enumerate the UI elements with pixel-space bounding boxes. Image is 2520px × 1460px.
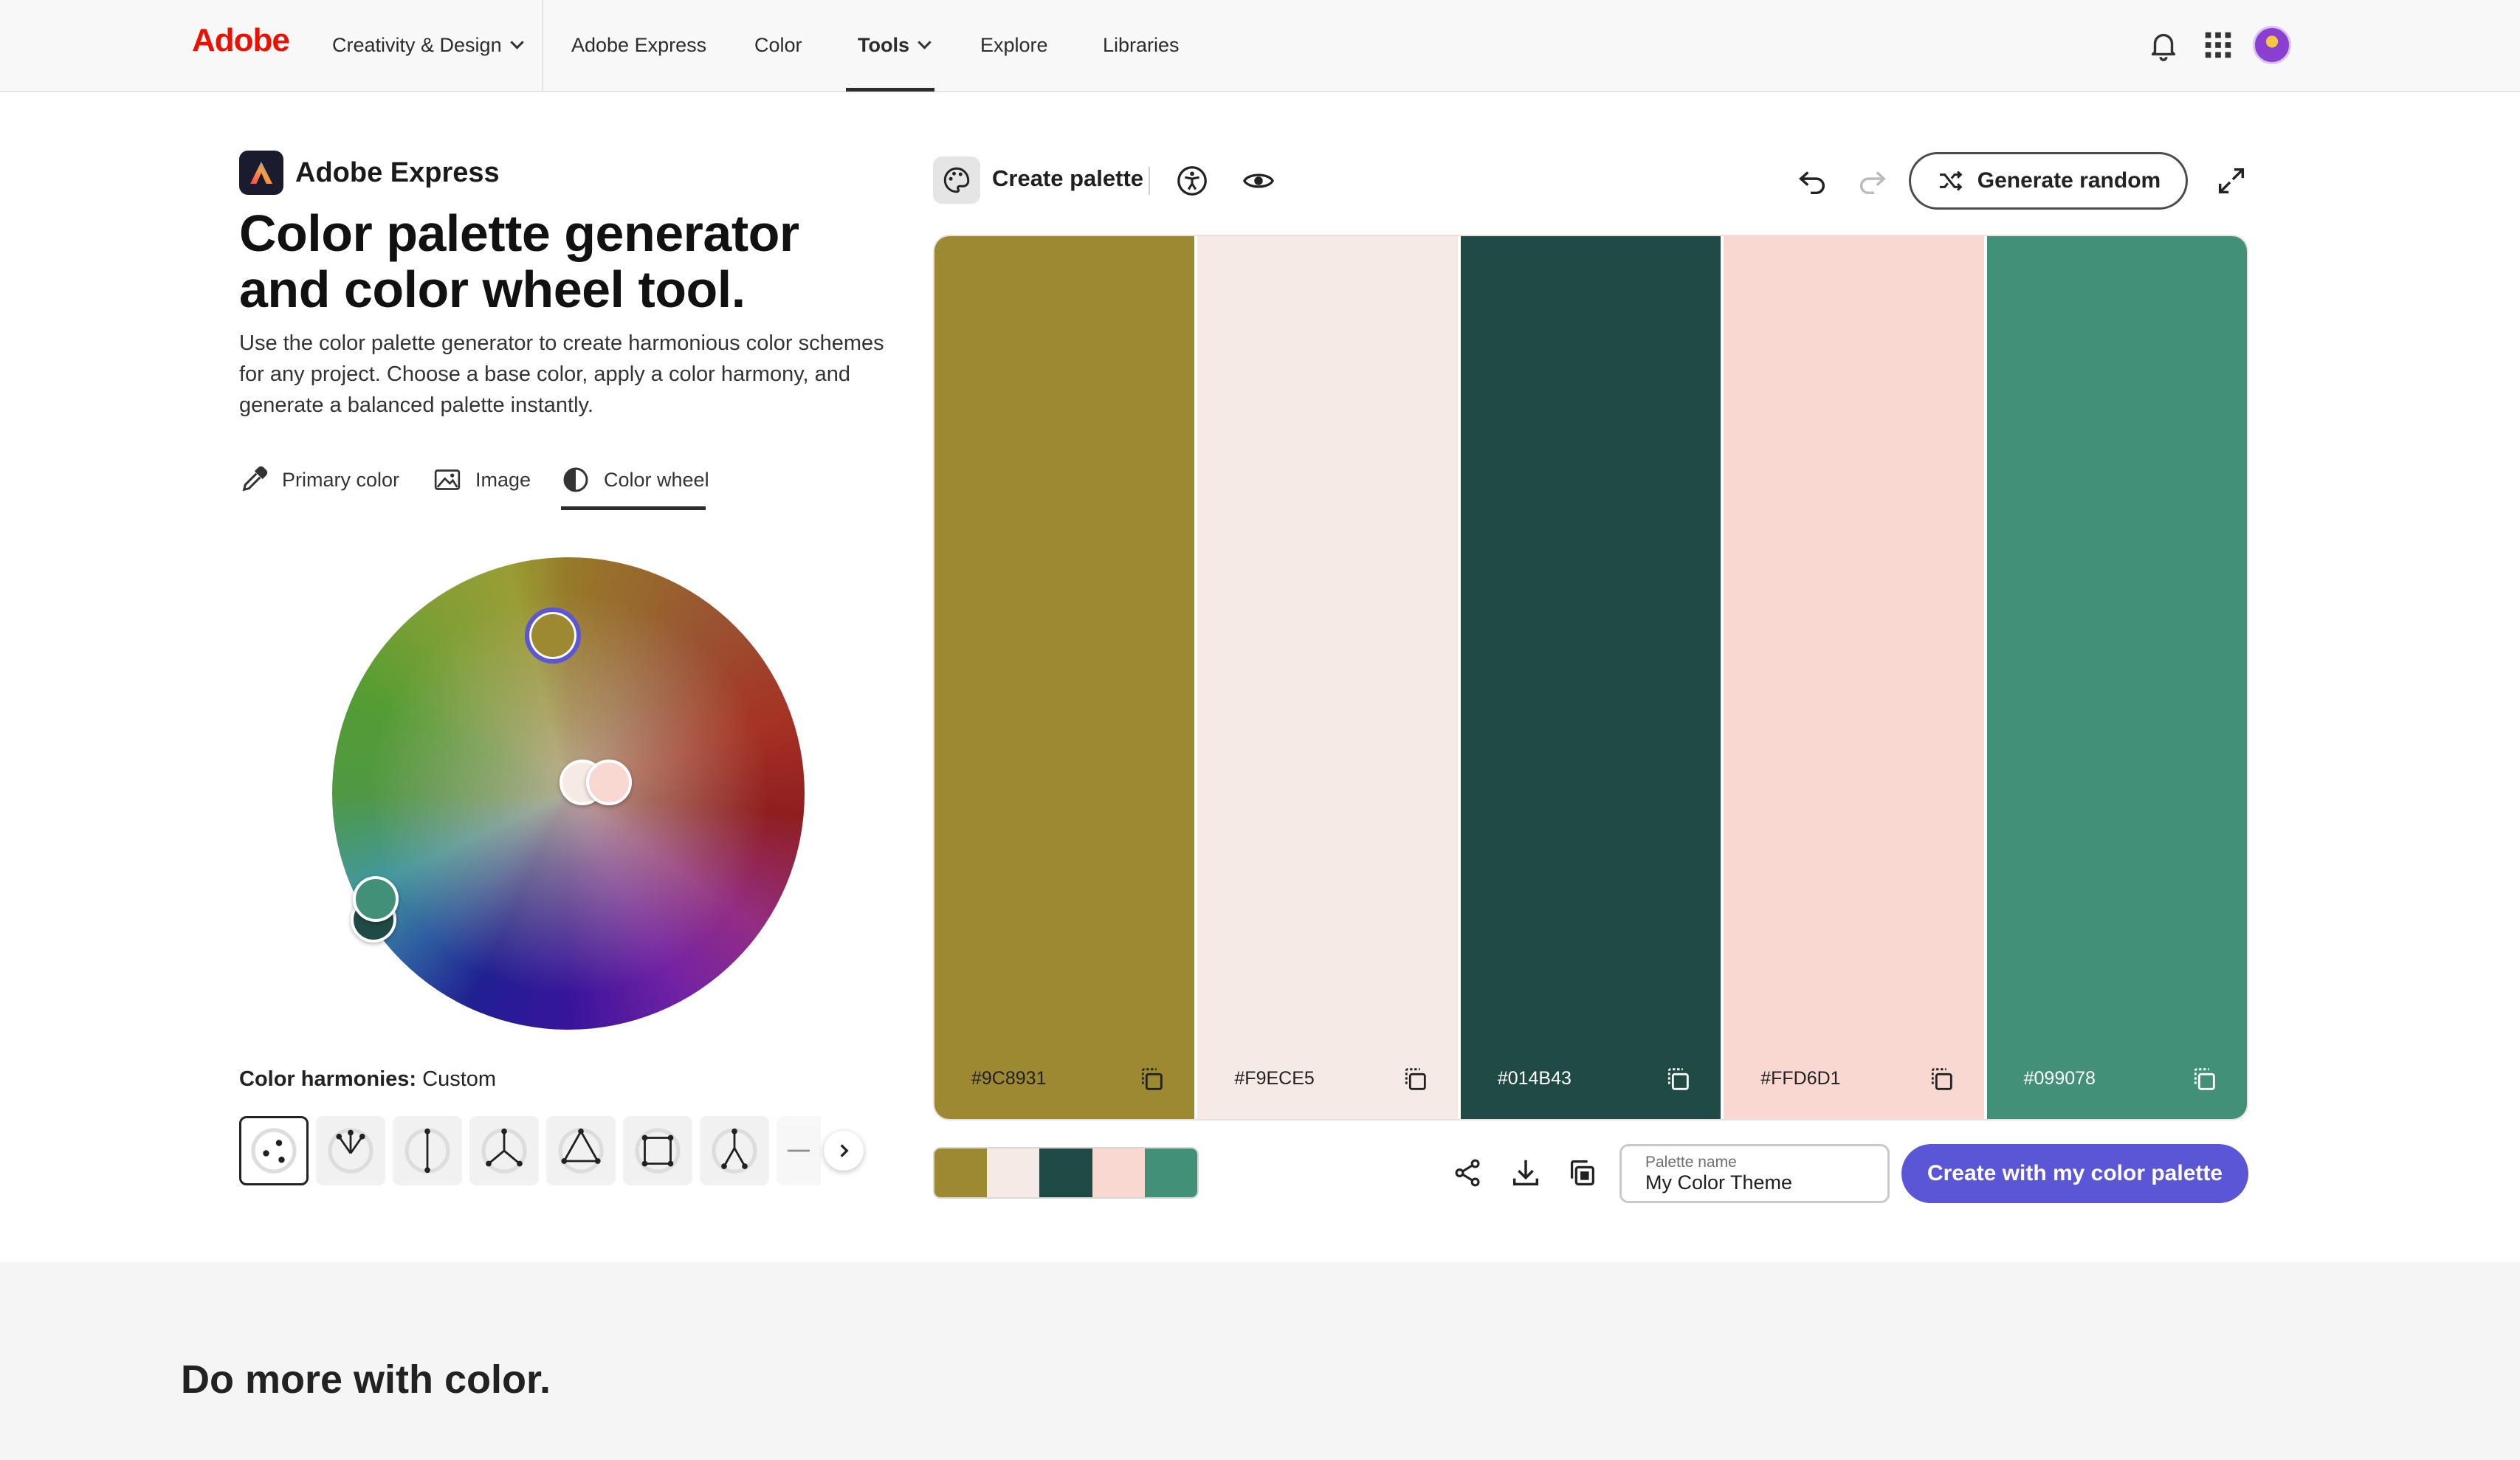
palette-preview-strip	[933, 1147, 1199, 1199]
color-palette: #9C8931 #F9ECE5 #014B43 #FFD6D1 #099078	[933, 235, 2248, 1120]
copy-icon[interactable]	[1137, 1064, 1166, 1094]
tab-image[interactable]: Image	[433, 458, 531, 502]
harmony-complementary-icon	[404, 1128, 450, 1174]
adobe-express-logo-icon	[239, 151, 283, 195]
chevron-right-icon	[840, 1144, 849, 1157]
palette-name-input[interactable]	[1645, 1171, 1867, 1194]
nav-color[interactable]: Color	[754, 0, 802, 92]
palette-actions: Palette name Create with my color palett…	[933, 1144, 2248, 1203]
page-title: Color palette generator and color wheel t…	[239, 204, 799, 318]
toolbar-divider	[1149, 167, 1150, 195]
swatch-hex-code: #FFD6D1	[1760, 1068, 1841, 1089]
color-harmonies-label: Color harmonies: Custom	[239, 1067, 497, 1091]
duplicate-icon[interactable]	[1565, 1156, 1599, 1190]
harmony-shades-button[interactable]	[777, 1116, 821, 1185]
nav-libraries[interactable]: Libraries	[1103, 0, 1180, 92]
chevron-down-icon	[918, 35, 932, 49]
top-nav: Adobe Creativity & Design Adobe Express …	[0, 0, 2520, 92]
nav-divider	[542, 0, 543, 92]
palette-toolbar: Create palette Generate random	[933, 152, 2248, 211]
intro-text: Use the color palette generator to creat…	[239, 331, 884, 417]
palette-name-label: Palette name	[1645, 1154, 1737, 1171]
copy-icon[interactable]	[1927, 1064, 1956, 1094]
copy-icon[interactable]	[2189, 1064, 2219, 1094]
palette-swatch[interactable]: #F9ECE5	[1197, 236, 1461, 1119]
copy-icon[interactable]	[1400, 1064, 1430, 1094]
copy-icon[interactable]	[1663, 1064, 1693, 1094]
share-icon[interactable]	[1451, 1156, 1485, 1190]
harmony-custom-button[interactable]	[239, 1116, 309, 1185]
bell-icon[interactable]	[2147, 28, 2180, 62]
palette-icon	[943, 167, 970, 193]
palette-preview-chip	[1144, 1149, 1197, 1197]
harmony-compound-icon	[712, 1128, 757, 1174]
swatch-hex-code: #014B43	[1497, 1068, 1571, 1089]
color-wheel[interactable]	[332, 557, 805, 1030]
harmony-triad-button[interactable]	[546, 1116, 616, 1185]
nav-adobe-express[interactable]: Adobe Express	[571, 0, 706, 92]
accessibility-icon[interactable]	[1175, 164, 1209, 198]
color-wheel-handle[interactable]	[586, 760, 632, 805]
swatch-hex-code: #099078	[2023, 1068, 2096, 1089]
adobe-logo[interactable]: Adobe	[192, 22, 290, 59]
palette-name-field[interactable]: Palette name	[1619, 1144, 1890, 1203]
lower-section: Do more with color.	[0, 1262, 2520, 1460]
create-palette-button[interactable]	[933, 156, 980, 204]
image-icon	[434, 469, 461, 490]
tab-primary-color[interactable]: Primary color	[239, 458, 399, 502]
palette-swatch[interactable]: #FFD6D1	[1724, 236, 1987, 1119]
harmony-compound-button[interactable]	[700, 1116, 769, 1185]
color-wheel-handle[interactable]	[353, 876, 399, 922]
harmony-next-button[interactable]	[824, 1131, 864, 1171]
undo-icon[interactable]	[1795, 164, 1829, 198]
apps-grid-icon[interactable]	[2201, 28, 2235, 62]
swatch-hex-code: #9C8931	[971, 1068, 1047, 1089]
section-title: Do more with color.	[181, 1357, 551, 1402]
expand-icon[interactable]	[2214, 164, 2248, 198]
generate-random-button[interactable]: Generate random	[1909, 152, 2188, 210]
eye-icon[interactable]	[1242, 164, 1276, 198]
shuffle-icon	[1939, 171, 1963, 191]
color-wheel-icon	[563, 467, 588, 492]
nav-creativity-design[interactable]: Creativity & Design	[332, 0, 524, 92]
create-palette-label[interactable]: Create palette	[992, 165, 1143, 192]
user-avatar[interactable]	[2253, 26, 2291, 64]
harmony-square-icon	[635, 1128, 681, 1174]
nav-active-indicator	[846, 88, 934, 92]
palette-preview-chip	[987, 1149, 1040, 1197]
palette-preview-chip	[1092, 1149, 1145, 1197]
redo-icon[interactable]	[1856, 164, 1890, 198]
tab-color-wheel[interactable]: Color wheel	[561, 458, 709, 502]
palette-preview-chip	[1039, 1149, 1092, 1197]
palette-swatch[interactable]: #099078	[1986, 236, 2247, 1119]
palette-preview-chip	[934, 1149, 988, 1197]
harmony-analogous-icon	[328, 1128, 373, 1174]
brand-name: Adobe Express	[295, 156, 500, 188]
nav-explore[interactable]: Explore	[980, 0, 1048, 92]
tab-active-indicator	[561, 506, 706, 510]
harmony-square-button[interactable]	[623, 1116, 692, 1185]
harmony-complementary-button[interactable]	[393, 1116, 462, 1185]
download-icon[interactable]	[1509, 1156, 1543, 1190]
palette-swatch[interactable]: #014B43	[1460, 236, 1724, 1119]
harmony-shades-icon	[788, 1149, 810, 1152]
harmony-analogous-button[interactable]	[316, 1116, 385, 1185]
harmony-split-complementary-button[interactable]	[469, 1116, 539, 1185]
harmony-triad-icon	[558, 1128, 604, 1174]
palette-swatch[interactable]: #9C8931	[934, 236, 1198, 1119]
chevron-down-icon	[509, 35, 524, 49]
color-wheel-handle-base[interactable]	[525, 607, 581, 664]
harmony-split-complementary-icon	[481, 1128, 527, 1174]
harmony-custom-icon	[251, 1128, 297, 1174]
create-with-palette-button[interactable]: Create with my color palette	[1901, 1144, 2248, 1203]
brand-row: Adobe Express	[239, 151, 500, 195]
eyedropper-icon	[242, 466, 268, 492]
nav-tools[interactable]: Tools	[858, 0, 932, 92]
color-harmony-value: Custom	[422, 1067, 497, 1091]
swatch-hex-code: #F9ECE5	[1234, 1068, 1315, 1089]
